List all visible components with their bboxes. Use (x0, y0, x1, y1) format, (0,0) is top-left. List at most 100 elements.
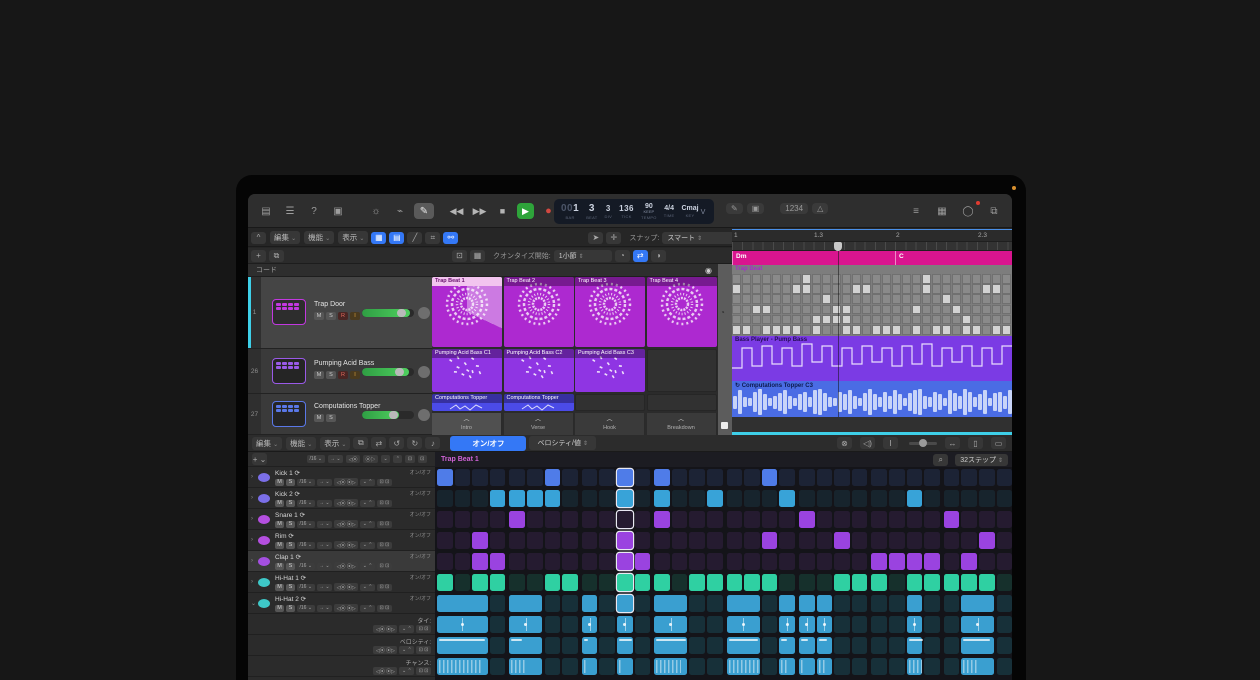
loop-browser-icon[interactable]: ◯ (958, 203, 978, 219)
tie-step[interactable] (582, 616, 598, 633)
step-on[interactable] (979, 532, 995, 549)
drum-step[interactable] (842, 274, 851, 284)
note-icon[interactable]: ♪ (425, 437, 440, 449)
row-control[interactable]: → ⌄ (317, 584, 333, 591)
drum-step[interactable] (992, 284, 1001, 294)
link-button[interactable]: ⚯ (443, 232, 458, 244)
s-button[interactable]: S (286, 605, 295, 612)
drum-step[interactable] (992, 325, 1001, 335)
chord-segment[interactable]: C (895, 251, 1012, 265)
step-off[interactable] (582, 511, 598, 528)
drum-step[interactable] (932, 274, 941, 284)
row-control[interactable]: ⌄ ⌃ (360, 542, 375, 549)
volume-knob[interactable] (397, 309, 406, 317)
step-off[interactable] (562, 490, 578, 507)
step-off[interactable] (509, 532, 525, 549)
step-off[interactable] (490, 532, 506, 549)
step-on[interactable] (490, 553, 506, 570)
row-control[interactable]: → ⌄ (317, 563, 333, 570)
step-off[interactable] (582, 553, 598, 570)
drum-step[interactable] (732, 305, 741, 315)
step-off[interactable] (635, 511, 651, 528)
sequencer-track-row[interactable]: ›Rim ⟳オン/オフMS/16 ⌄→ ⌄◁⦿ ⦿▷⌄ ⌃⊡ ⊡ (248, 530, 435, 551)
drum-step[interactable] (952, 274, 961, 284)
step-off[interactable] (582, 574, 598, 591)
drum-step[interactable] (872, 305, 881, 315)
duplicate-button[interactable]: ⧉ (269, 250, 284, 262)
step-off[interactable] (437, 490, 453, 507)
drum-step[interactable] (822, 284, 831, 294)
step-off[interactable] (871, 595, 887, 612)
substep-off[interactable] (762, 637, 778, 654)
drum-step[interactable] (1002, 315, 1011, 325)
capture-pencil-icon[interactable]: ✎ (726, 203, 743, 214)
step-off[interactable] (689, 532, 705, 549)
drum-step[interactable] (992, 294, 1001, 304)
step-off[interactable] (490, 595, 506, 612)
row-control[interactable]: ◁⦿ ⦿▷ (334, 541, 358, 549)
step-on[interactable] (834, 574, 850, 591)
drum-step[interactable] (782, 274, 791, 284)
velocity-step[interactable] (582, 637, 598, 654)
step-off[interactable] (889, 532, 905, 549)
step-on[interactable] (490, 490, 506, 507)
step-off[interactable] (889, 469, 905, 486)
play-button[interactable]: ▶ (517, 203, 534, 219)
drum-step[interactable] (802, 325, 811, 335)
step-off[interactable] (944, 469, 960, 486)
tie-step[interactable] (799, 616, 815, 633)
loop-cell[interactable]: Trap Beat 2 (504, 277, 574, 347)
step-off[interactable] (635, 469, 651, 486)
m-button[interactable]: M (275, 605, 284, 612)
drum-step[interactable] (822, 305, 831, 315)
drum-step[interactable] (732, 274, 741, 284)
row-control[interactable]: ⌄ ⌃ (360, 479, 375, 486)
step-on[interactable] (617, 532, 633, 549)
step-off[interactable] (817, 490, 833, 507)
step-off[interactable] (635, 490, 651, 507)
step-on[interactable] (509, 490, 525, 507)
row-control[interactable]: ⊡ ⊡ (377, 584, 392, 591)
drum-step[interactable] (792, 274, 801, 284)
s-button[interactable]: S (326, 312, 336, 320)
step-off[interactable] (509, 574, 525, 591)
step-on[interactable] (437, 574, 453, 591)
empty-cell[interactable] (647, 349, 717, 392)
drum-step[interactable] (1002, 325, 1011, 335)
drum-step[interactable] (902, 294, 911, 304)
drum-step[interactable] (942, 305, 951, 315)
drum-step[interactable] (772, 294, 781, 304)
step-on[interactable] (472, 553, 488, 570)
drum-step[interactable] (922, 325, 931, 335)
drum-step[interactable] (752, 325, 761, 335)
pie-timer-icon[interactable]: ◔ (615, 250, 630, 262)
step-off[interactable] (779, 511, 795, 528)
row-control[interactable]: /16 ⌄ (297, 563, 315, 570)
step-off[interactable] (871, 511, 887, 528)
drum-step[interactable] (892, 305, 901, 315)
step-off[interactable] (997, 553, 1012, 570)
step-on[interactable] (437, 469, 453, 486)
drum-step[interactable] (812, 274, 821, 284)
drum-step[interactable] (782, 294, 791, 304)
drum-step[interactable] (752, 284, 761, 294)
velocity-step[interactable] (437, 637, 488, 654)
step-on[interactable] (707, 574, 723, 591)
drum-step[interactable] (982, 284, 991, 294)
region-trap-beat[interactable]: Trap Beat (732, 265, 1012, 336)
step-off[interactable] (490, 469, 506, 486)
drum-step[interactable] (822, 325, 831, 335)
drum-step[interactable] (952, 284, 961, 294)
step-off[interactable] (799, 469, 815, 486)
drum-step[interactable] (812, 325, 821, 335)
step-off[interactable] (817, 511, 833, 528)
scene-trigger[interactable]: ︿Intro (432, 413, 502, 435)
loop-cell[interactable]: Pumping Acid Bass C3 (575, 349, 645, 392)
drum-step[interactable] (782, 284, 791, 294)
drum-step[interactable] (832, 305, 841, 315)
drum-step[interactable] (842, 305, 851, 315)
step-off[interactable] (689, 595, 705, 612)
tie-step[interactable] (961, 616, 994, 633)
drum-step[interactable] (882, 315, 891, 325)
drum-step[interactable] (762, 325, 771, 335)
